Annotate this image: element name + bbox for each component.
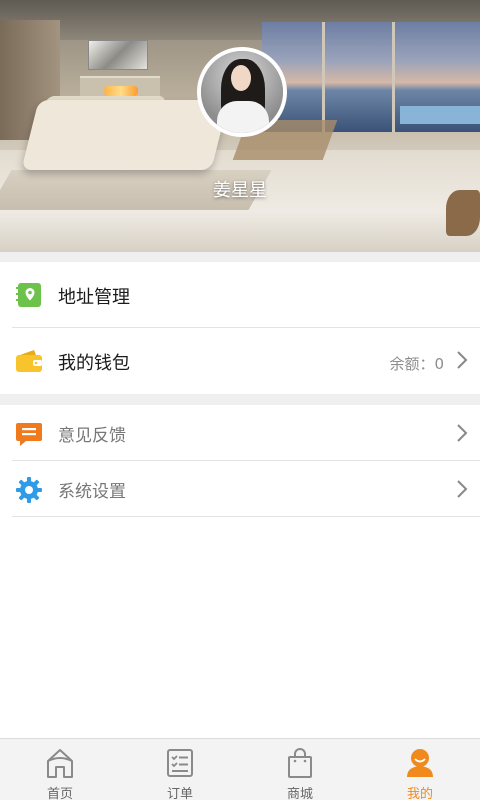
wallet-balance-label: 余额： <box>389 355 435 373</box>
menu-item-feedback[interactable]: 意见反馈 <box>0 405 480 461</box>
menu-item-wallet[interactable]: 我的钱包 余额：0 <box>0 328 480 394</box>
wallet-icon <box>16 350 42 372</box>
order-list-icon <box>167 749 193 777</box>
menu-item-settings[interactable]: 系统设置 <box>0 461 480 517</box>
menu-group-system: 意见反馈 系统设置 <box>0 405 480 517</box>
location-book-icon <box>16 283 41 307</box>
tab-home-label: 首页 <box>46 787 73 800</box>
profile-icon <box>407 749 433 777</box>
gear-icon <box>16 477 42 503</box>
tab-orders-label: 订单 <box>166 787 193 800</box>
profile-header: 姜星星 <box>0 0 480 252</box>
menu-item-address[interactable]: 地址管理 <box>0 262 480 328</box>
tab-mall-label: 商城 <box>286 787 313 800</box>
chat-bubble-icon <box>16 423 42 446</box>
chevron-right-icon <box>457 351 468 369</box>
section-divider <box>0 252 480 262</box>
menu-group-account: 地址管理 我的钱包 余额：0 <box>0 262 480 394</box>
home-icon <box>47 749 73 778</box>
chevron-right-icon <box>457 424 468 442</box>
menu-item-feedback-label: 意见反馈 <box>58 426 126 446</box>
row-divider <box>12 516 480 517</box>
tab-orders[interactable]: 订单 <box>120 739 240 800</box>
bottom-tab-bar: 首页 订单 商城 我的 <box>0 738 480 800</box>
wallet-balance-value: 0 <box>434 355 444 373</box>
menu-item-address-label: 地址管理 <box>58 287 130 308</box>
hero-background-pool <box>400 106 480 124</box>
chevron-right-icon <box>457 480 468 498</box>
section-divider <box>0 394 480 405</box>
shopping-bag-icon <box>288 748 312 778</box>
menu-item-wallet-label: 我的钱包 <box>58 353 130 374</box>
wallet-balance: 余额：0 <box>389 353 444 374</box>
avatar[interactable] <box>197 47 287 137</box>
username: 姜星星 <box>213 180 267 201</box>
tab-profile-label: 我的 <box>406 787 433 800</box>
tab-home[interactable]: 首页 <box>0 739 120 800</box>
hero-background-sofa <box>21 100 229 170</box>
tab-mall[interactable]: 商城 <box>240 739 360 800</box>
hero-background-painting <box>88 40 148 70</box>
tab-profile[interactable]: 我的 <box>360 739 480 800</box>
menu-item-settings-label: 系统设置 <box>58 482 126 502</box>
